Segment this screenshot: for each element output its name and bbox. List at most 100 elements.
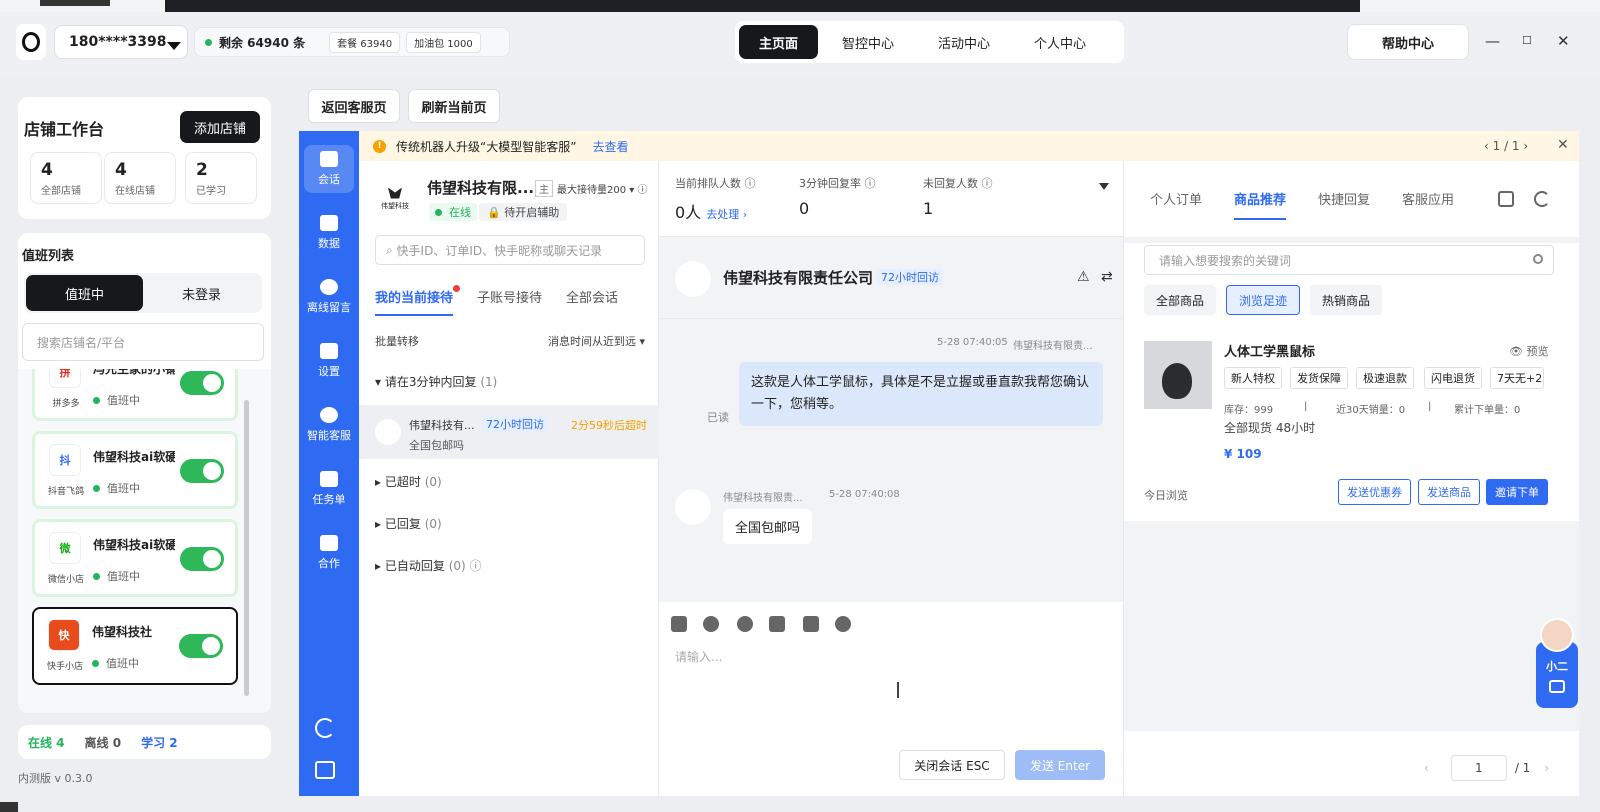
vnav-data[interactable]: 数据 — [299, 215, 359, 251]
minimize-icon[interactable]: — — [1485, 32, 1500, 50]
tab-not-logged-in[interactable]: 未登录 — [143, 275, 260, 311]
product-search-input[interactable]: 请输入想要搜索的关键词 — [1144, 245, 1554, 275]
coupon-icon[interactable] — [803, 616, 819, 632]
duty-toggle[interactable] — [180, 459, 224, 483]
filter-browse-history[interactable]: 浏览足迹 — [1226, 285, 1301, 315]
transfer-icon[interactable]: ⇄ — [1101, 269, 1113, 285]
main-nav: 主页面 智控中心 活动中心 个人中心 — [735, 21, 1124, 63]
bell-icon[interactable] — [835, 616, 851, 632]
close-session-button[interactable]: 关闭会话 ESC — [899, 750, 1005, 780]
banner-pager[interactable]: ‹ 1 / 1 › — [1484, 139, 1528, 153]
send-product-button[interactable]: 发送商品 — [1418, 479, 1480, 505]
vnav-cooperation[interactable]: 合作 — [299, 535, 359, 571]
invite-order-button[interactable]: 邀请下单 — [1486, 479, 1548, 505]
tab-all-sessions[interactable]: 全部会话 — [566, 287, 618, 316]
duty-toggle[interactable] — [180, 371, 224, 395]
message-icon — [320, 279, 338, 295]
message-sender: 伟望科技有限责... — [1013, 341, 1093, 352]
refresh-page-button[interactable]: 刷新当前页 — [408, 89, 500, 123]
warning-icon[interactable]: ⚠ — [1077, 269, 1090, 285]
tab-sub-account[interactable]: 子账号接待 — [477, 287, 542, 316]
stat-value: 4 — [115, 160, 127, 180]
banner-close-icon[interactable]: ✕ — [1557, 137, 1569, 153]
group-timeout[interactable]: ▸ 已超时 (0) — [375, 473, 442, 490]
group-reply-in-3min[interactable]: ▾ 请在3分钟内回复 (1) — [375, 373, 497, 390]
avatar — [375, 419, 401, 445]
tab-product-recommend[interactable]: 商品推荐 — [1234, 189, 1287, 220]
stat-label: 在线店铺 — [115, 186, 155, 197]
right-tabs: 个人订单 商品推荐 快捷回复 客服应用 — [1150, 189, 1486, 220]
preview-button[interactable]: 👁 预览 — [1509, 343, 1548, 359]
filter-hot-products[interactable]: 热销商品 — [1310, 285, 1383, 315]
account-selector[interactable]: 180****3398 — [54, 25, 188, 59]
tab-personal-orders[interactable]: 个人订单 — [1150, 189, 1202, 220]
vnav-task[interactable]: 任务单 — [299, 471, 359, 507]
assistant-widget[interactable]: 小二 — [1536, 618, 1578, 708]
close-icon[interactable]: ✕ — [1557, 32, 1570, 50]
stat-all-stores[interactable]: 4 全部店铺 — [30, 152, 102, 204]
batch-transfer-button[interactable]: 批量转移 — [375, 333, 419, 349]
add-store-button[interactable]: 添加店铺 — [180, 111, 260, 143]
stat-online-stores[interactable]: 4 在线店铺 — [104, 152, 176, 204]
chat-icon — [320, 151, 338, 167]
nav-home[interactable]: 主页面 — [739, 25, 819, 59]
duty-toggle[interactable] — [180, 547, 224, 571]
image-icon[interactable] — [671, 616, 687, 632]
store-search-input[interactable]: 搜索店铺名/平台 — [22, 323, 264, 361]
store-card[interactable]: 抖 抖音飞鸽 伟望科技ai软硬 值班中 — [32, 431, 238, 509]
send-button[interactable]: 发送 Enter — [1015, 750, 1105, 780]
product-image[interactable] — [1144, 341, 1212, 409]
go-handle-link[interactable]: 去处理 — [706, 208, 739, 221]
online-status-badge[interactable]: 在线 — [429, 203, 477, 221]
store-card[interactable]: 拼 拼多多 冯先生家的小铺 值班中 — [32, 369, 238, 421]
nav-activity-center[interactable]: 活动中心 — [918, 25, 1010, 59]
page-input[interactable]: 1 — [1450, 755, 1507, 781]
store-list-scrollbar[interactable] — [244, 400, 249, 696]
tab-service-apps[interactable]: 客服应用 — [1402, 189, 1454, 220]
quick-reply-icon[interactable] — [703, 616, 719, 632]
tab-my-reception[interactable]: 我的当前接待 — [375, 285, 461, 316]
group-auto-replied[interactable]: ▸ 已自动回复 (0) ⓘ — [375, 557, 482, 574]
store-card-selected[interactable]: 快 快手小店 伟望科技社 值班中 — [32, 607, 238, 685]
refresh-icon[interactable] — [1534, 191, 1550, 207]
tab-quick-reply[interactable]: 快捷回复 — [1318, 189, 1370, 220]
vnav-smart-service[interactable]: 智能客服 — [299, 407, 359, 443]
back-to-service-button[interactable]: 返回客服页 — [308, 89, 400, 123]
stat-learned[interactable]: 2 已学习 — [185, 152, 257, 204]
comment-icon[interactable] — [769, 616, 785, 632]
maximize-icon[interactable]: ☐ — [1522, 34, 1532, 47]
vnav-settings[interactable]: 设置 — [299, 343, 359, 379]
chat-header: 伟望科技有限责任公司 72小时回访 ⚠ ⇄ — [659, 237, 1123, 319]
store-status: 值班中 — [93, 568, 140, 584]
next-page-icon[interactable]: › — [1544, 761, 1549, 775]
legend-learn: 学习 2 — [141, 735, 178, 750]
vnav-offline-message[interactable]: 离线留言 — [299, 279, 359, 315]
sort-selector[interactable]: 消息时间从近到远 ▾ — [548, 333, 645, 349]
filter-all-products[interactable]: 全部商品 — [1144, 285, 1217, 315]
max-reception-selector[interactable]: 最大接待量200 ▾ ⓘ — [557, 181, 647, 196]
tab-on-duty[interactable]: 值班中 — [26, 275, 143, 311]
download-icon[interactable] — [315, 761, 335, 779]
product-price: ¥ 109 — [1224, 447, 1262, 461]
vnav-session[interactable]: 会话 — [304, 145, 354, 193]
message-input[interactable]: 请输入... — [675, 648, 722, 665]
caret-down-icon[interactable] — [1099, 183, 1109, 190]
prev-page-icon[interactable]: ‹ — [1424, 761, 1429, 775]
session-item[interactable]: 伟望科技有... 72小时回访 2分59秒后超时 全国包邮吗 — [359, 405, 659, 459]
help-center-button[interactable]: 帮助中心 — [1347, 24, 1469, 60]
search-icon[interactable] — [1533, 254, 1543, 264]
nav-control-center[interactable]: 智控中心 — [822, 25, 914, 59]
nav-personal-center[interactable]: 个人中心 — [1014, 25, 1106, 59]
document-icon[interactable] — [1498, 191, 1514, 207]
send-coupon-button[interactable]: 发送优惠券 — [1338, 479, 1411, 505]
duty-toggle[interactable] — [179, 634, 223, 658]
refresh-icon[interactable] — [315, 718, 335, 738]
group-replied[interactable]: ▸ 已回复 (0) — [375, 515, 442, 532]
banner-link[interactable]: 去查看 — [592, 138, 628, 155]
chat-contact-name: 伟望科技有限责任公司 — [723, 269, 874, 287]
session-search-input[interactable]: ⌕ 快手ID、订单ID、快手昵称或聊天记录 — [375, 235, 645, 265]
quota-package: 套餐 63940 — [329, 31, 401, 53]
emoji-icon[interactable] — [737, 616, 753, 632]
store-card[interactable]: 微 微信小店 伟望科技ai软硬 值班中 — [32, 519, 238, 597]
assist-badge[interactable]: 🔒 待开启辅助 — [479, 203, 568, 221]
